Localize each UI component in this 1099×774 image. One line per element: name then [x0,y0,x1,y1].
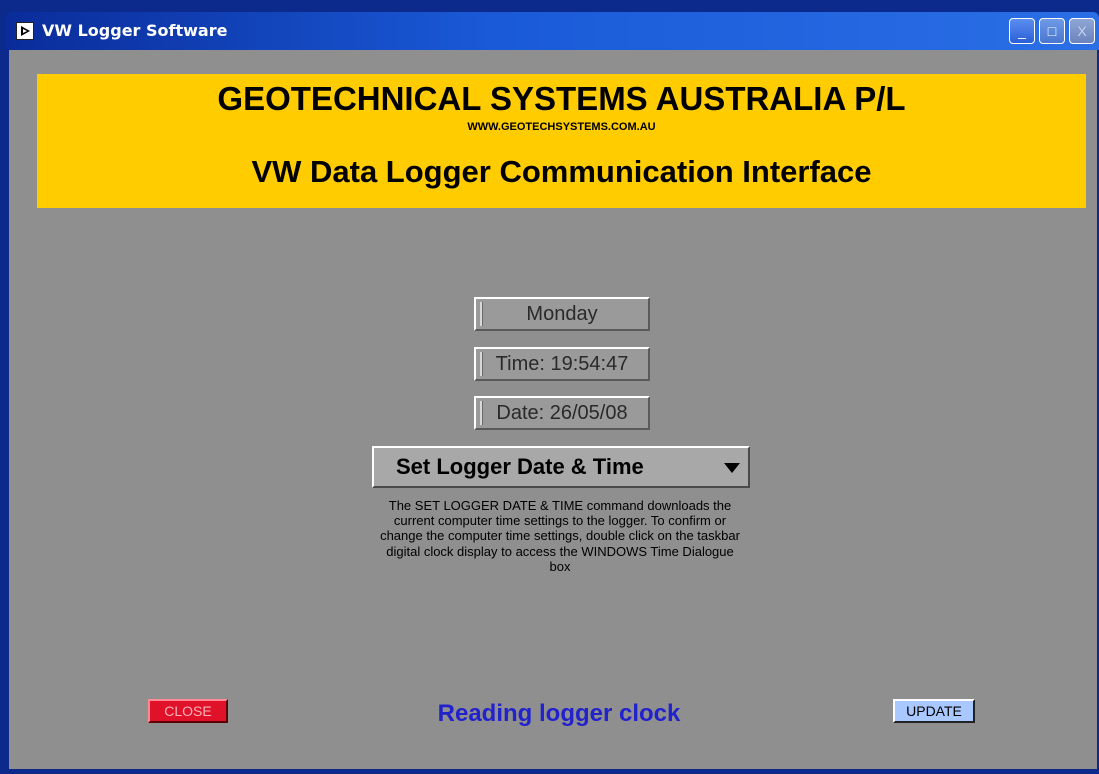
title-bar[interactable]: VW Logger Software _ □ X [6,12,1099,50]
minimize-button[interactable]: _ [1009,18,1035,44]
status-message: Reading logger clock [437,700,681,727]
update-button[interactable]: UPDATE [893,699,975,723]
company-url: WWW.GEOTECHSYSTEMS.COM.AU [467,121,656,133]
close-window-button[interactable]: X [1069,18,1095,44]
window-title: VW Logger Software [42,21,228,40]
header-banner: GEOTECHNICAL SYSTEMS AUSTRALIA P/L WWW.G… [37,74,1086,208]
day-indicator: Monday [474,297,650,331]
close-button[interactable]: CLOSE [148,699,228,723]
date-indicator: Date: 26/05/08 [474,396,650,430]
app-window: VW Logger Software _ □ X GEOTECHNICAL SY… [0,0,1099,774]
command-description: The SET LOGGER DATE & TIME command downl… [380,498,740,574]
front-panel: GEOTECHNICAL SYSTEMS AUSTRALIA P/L WWW.G… [9,50,1097,769]
maximize-button[interactable]: □ [1039,18,1065,44]
command-ring-value: Set Logger Date & Time [396,454,644,479]
labview-run-icon[interactable] [16,22,34,40]
dropdown-arrow-icon[interactable] [724,463,740,473]
interface-title: VW Data Logger Communication Interface [251,154,872,189]
company-name: GEOTECHNICAL SYSTEMS AUSTRALIA P/L [217,80,906,117]
time-indicator: Time: 19:54:47 [474,347,650,381]
command-ring-selector[interactable]: Set Logger Date & Time [372,446,750,488]
